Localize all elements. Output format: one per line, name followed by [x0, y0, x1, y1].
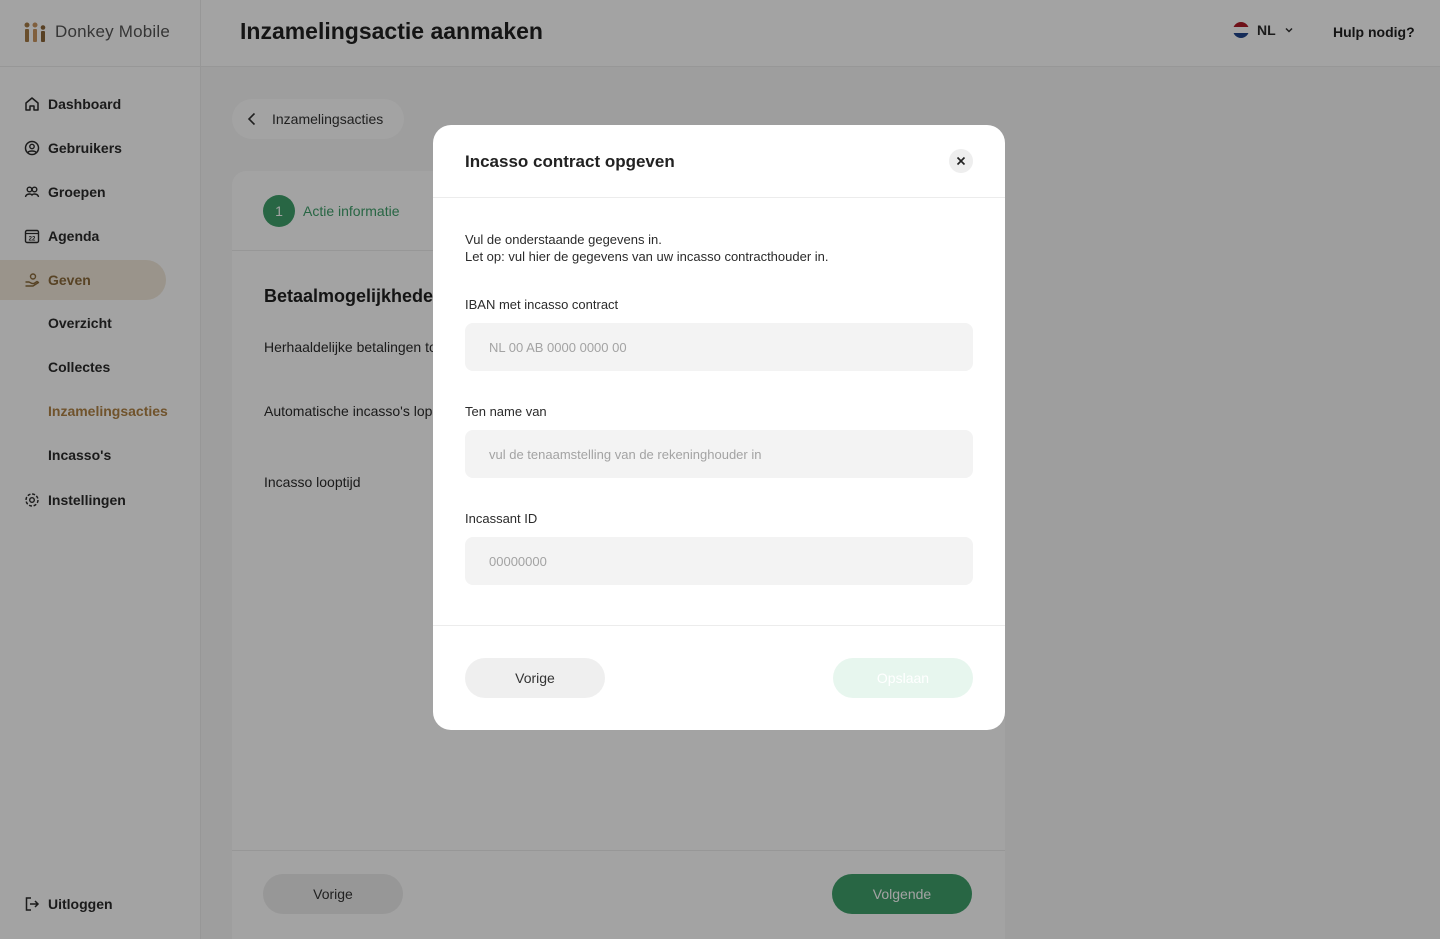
incassant-id-input[interactable] [465, 537, 973, 585]
iban-input[interactable] [465, 323, 973, 371]
modal-previous-button[interactable]: Vorige [465, 658, 605, 698]
close-button[interactable] [949, 149, 973, 173]
incasso-contract-modal: Incasso contract opgeven Vul de ondersta… [433, 125, 1005, 730]
account-holder-input[interactable] [465, 430, 973, 478]
close-icon [956, 156, 966, 166]
intro-line: Vul de onderstaande gegevens in. [465, 232, 662, 247]
modal-title: Incasso contract opgeven [465, 152, 675, 171]
modal-intro: Vul de onderstaande gegevens in. Let op:… [465, 231, 829, 265]
modal-header-divider [433, 197, 1005, 198]
incassant-id-label: Incassant ID [465, 511, 538, 526]
save-button[interactable]: Opslaan [833, 658, 973, 698]
intro-line: Let op: vul hier de gegevens van uw inca… [465, 249, 829, 264]
iban-label: IBAN met incasso contract [465, 297, 619, 312]
modal-footer-divider [433, 625, 1005, 626]
account-holder-label: Ten name van [465, 404, 547, 419]
